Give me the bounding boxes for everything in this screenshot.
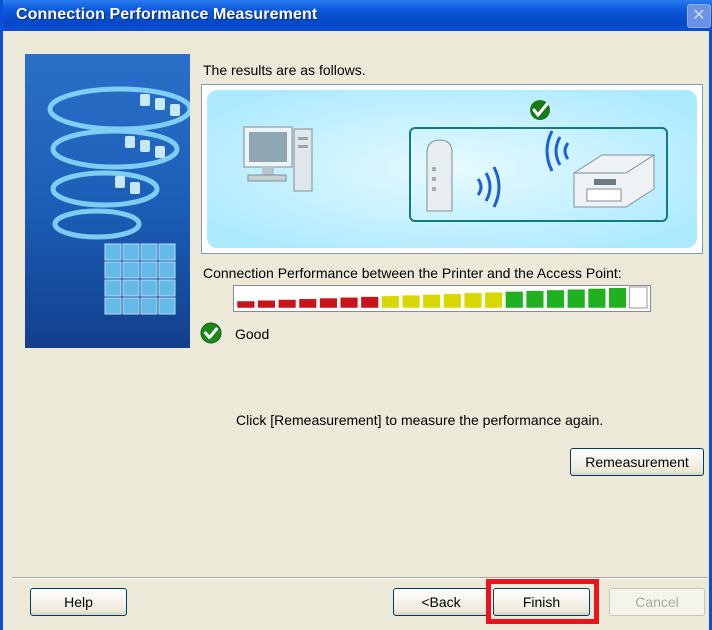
meter-segment — [608, 287, 627, 309]
cancel-button: Cancel — [609, 588, 705, 616]
performance-meter — [233, 285, 651, 312]
meter-segment — [525, 290, 545, 309]
meter-segment — [463, 292, 483, 309]
results-heading: The results are as follows. — [203, 62, 366, 78]
meter-segment — [360, 296, 379, 309]
meter-segment — [340, 297, 359, 309]
meter-segment — [381, 295, 400, 309]
meter-segment — [401, 294, 421, 309]
meter-segment — [319, 297, 338, 309]
computer-icon — [243, 126, 313, 192]
status-check-icon — [200, 322, 222, 344]
finish-highlight-box — [486, 579, 599, 624]
connection-illustration — [201, 84, 703, 254]
status-text: Good — [235, 326, 270, 342]
performance-label: Connection Performance between the Print… — [203, 265, 622, 281]
meter-segment — [484, 291, 503, 309]
footer-divider — [12, 577, 708, 579]
back-button[interactable]: <Back — [393, 588, 489, 616]
access-point-icon — [426, 139, 453, 212]
meter-segment — [278, 299, 297, 309]
meter-segment — [546, 289, 565, 309]
meter-segment — [236, 300, 255, 309]
meter-segment — [505, 291, 524, 309]
sidebar-artwork — [25, 54, 190, 348]
meter-segment — [257, 300, 276, 309]
close-button[interactable]: ✕ — [687, 4, 711, 28]
meter-segment — [567, 288, 586, 309]
help-button[interactable]: Help — [30, 588, 127, 616]
dialog-window: Connection Performance Measurement ✕ The… — [0, 0, 712, 630]
meter-segment — [443, 293, 462, 309]
title-bar[interactable]: Connection Performance Measurement ✕ — [3, 0, 712, 31]
meter-segment — [628, 286, 648, 309]
meter-segment — [587, 288, 606, 309]
meter-segment — [298, 298, 317, 309]
check-icon — [530, 100, 550, 120]
window-title: Connection Performance Measurement — [16, 6, 318, 23]
remeasurement-button[interactable]: Remeasurement — [570, 448, 704, 476]
remeasure-hint: Click [Remeasurement] to measure the per… — [236, 412, 604, 428]
meter-segment — [422, 294, 441, 309]
